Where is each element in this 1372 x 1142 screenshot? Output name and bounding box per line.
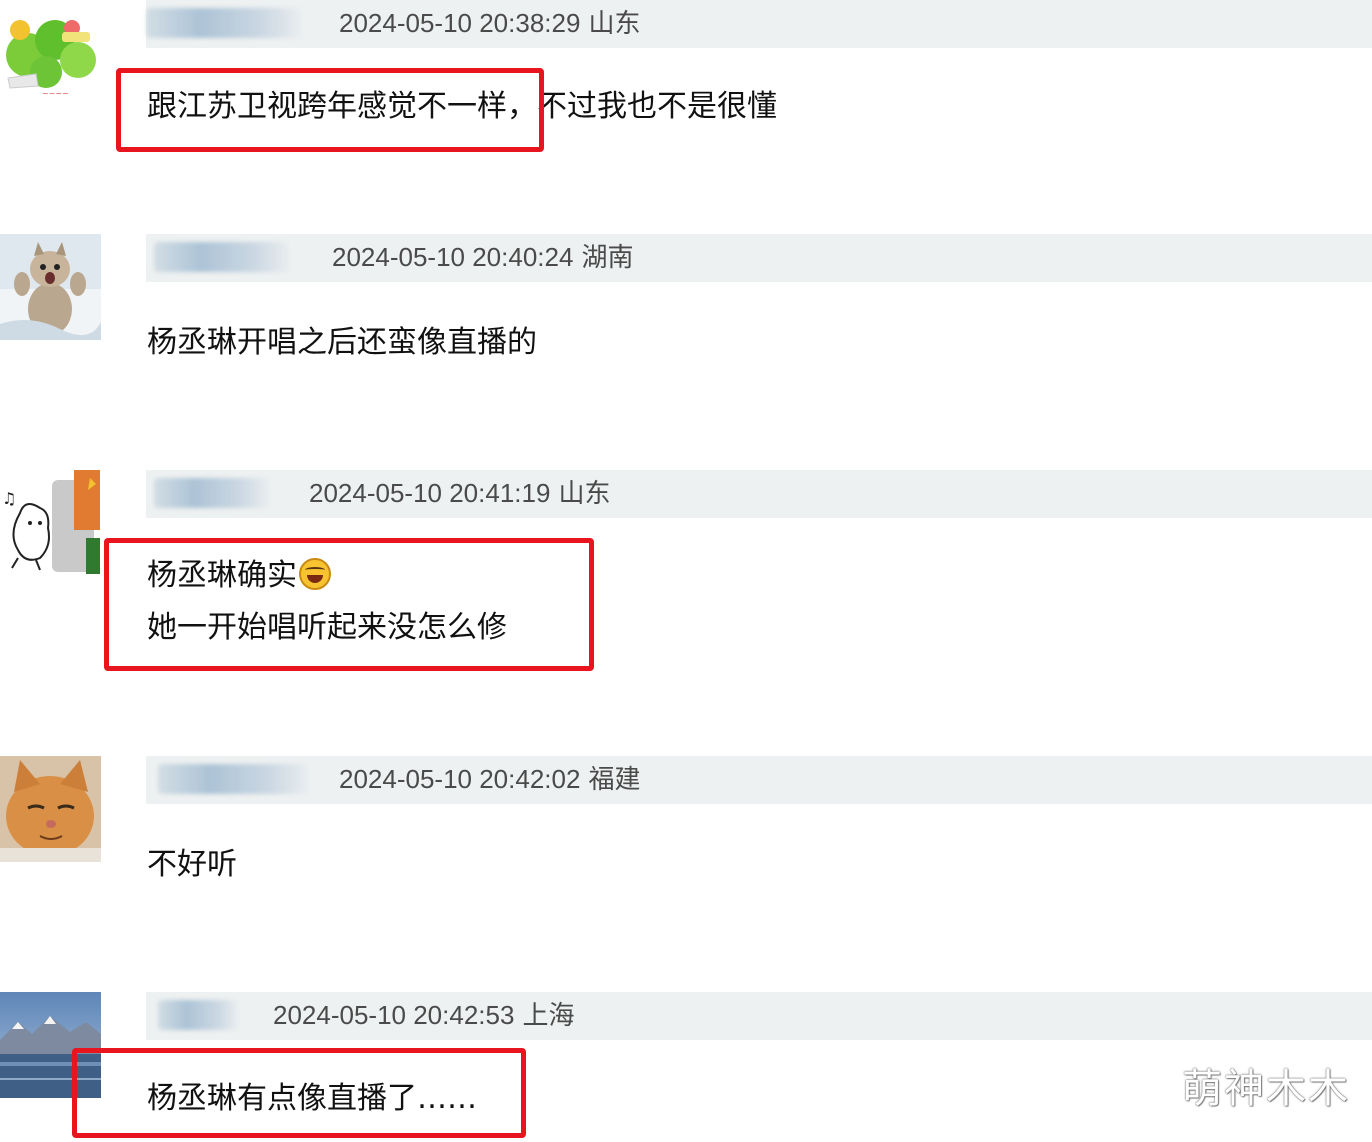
comment-item: 2024-05-10 20:42:53 上海 杨丞琳有点像直播了…… [0,0,1372,1142]
username-blurred[interactable] [158,1000,238,1030]
comment-meta: 2024-05-10 20:42:53 上海 [273,998,582,1032]
highlight-box [72,1048,526,1138]
watermark: 萌神木木 [1182,1066,1350,1112]
timestamp: 2024-05-10 20:42:53 [273,1000,515,1030]
location: 上海 [522,1000,575,1030]
comment-header: 2024-05-10 20:42:53 上海 [146,992,1372,1040]
